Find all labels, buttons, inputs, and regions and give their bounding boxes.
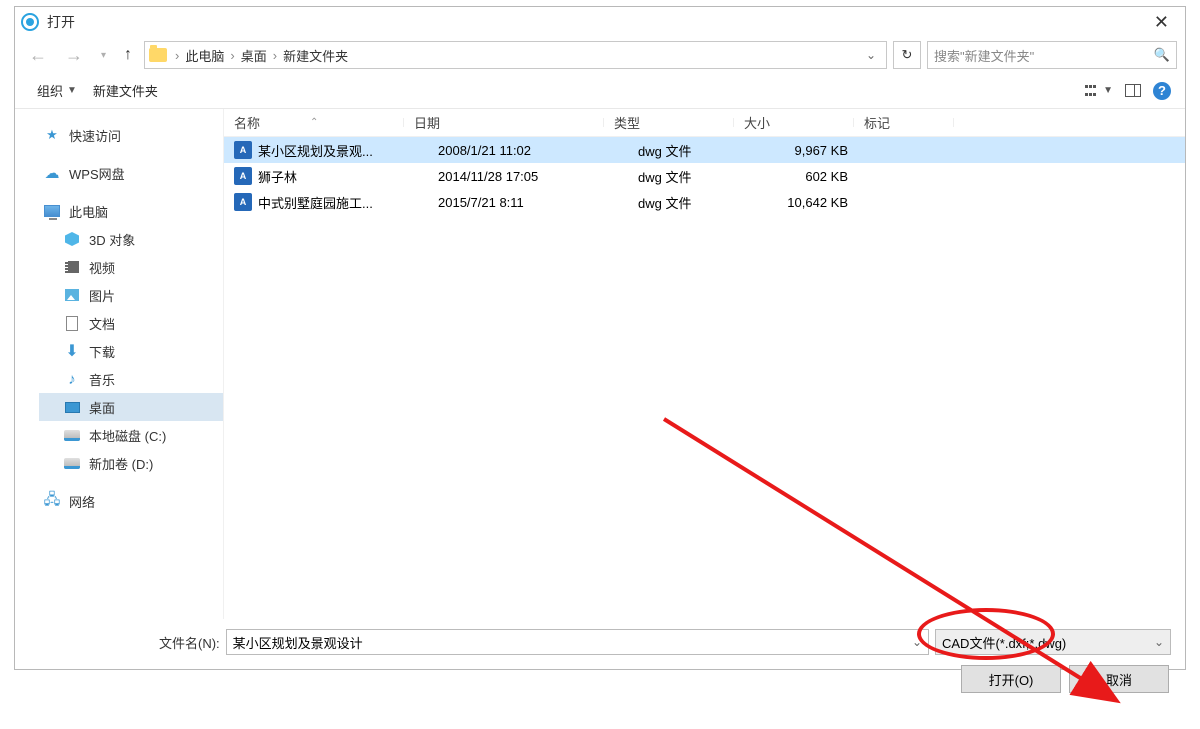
filename-input[interactable]: 某小区规划及景观设计 ⌄ (226, 629, 929, 655)
cube-icon (63, 231, 81, 247)
file-list: 名称⌃ 日期 类型 大小 标记 A 某小区规划及景观... 2008/1/21 … (223, 109, 1185, 619)
close-button[interactable]: ✕ (1144, 12, 1179, 33)
pc-icon (43, 203, 61, 219)
filename-value: 某小区规划及景观设计 (233, 633, 363, 652)
dialog-body: ★快速访问 ☁WPS网盘 此电脑 3D 对象 视频 图片 文档 ⬇下载 ♪音乐 … (15, 109, 1185, 619)
network-icon: 🖧 (43, 493, 61, 509)
up-button[interactable]: ↑ (118, 46, 138, 64)
cloud-icon: ☁ (43, 165, 61, 181)
history-dropdown[interactable]: ▾ (95, 50, 112, 61)
file-size: 9,967 KB (758, 143, 878, 158)
tree-music[interactable]: ♪音乐 (39, 365, 223, 393)
file-name: 中式别墅庭园施工... (258, 193, 428, 212)
help-button[interactable]: ? (1153, 82, 1171, 100)
search-placeholder: 搜索"新建文件夹" (934, 46, 1154, 65)
tree-d-drive[interactable]: 新加卷 (D:) (39, 449, 223, 477)
column-tag[interactable]: 标记 (854, 113, 954, 132)
image-icon (63, 287, 81, 303)
open-button[interactable]: 打开(O) (961, 665, 1061, 693)
tree-downloads[interactable]: ⬇下载 (39, 337, 223, 365)
breadcrumb-folder[interactable]: 新建文件夹 (279, 46, 352, 65)
file-row[interactable]: A 狮子林 2014/11/28 17:05 dwg 文件 602 KB (224, 163, 1185, 189)
disk-icon (63, 427, 81, 443)
preview-pane-button[interactable] (1125, 84, 1141, 97)
toolbar: 组织▼ 新建文件夹 ▼ ? (15, 73, 1185, 109)
chevron-right-icon: › (173, 48, 181, 63)
star-icon: ★ (43, 127, 61, 143)
dialog-footer: 文件名(N): 某小区规划及景观设计 ⌄ CAD文件(*.dxf;*.dwg) … (15, 619, 1185, 703)
file-date: 2008/1/21 11:02 (428, 143, 628, 158)
titlebar: 打开 ✕ (15, 7, 1185, 37)
forward-button[interactable]: → (59, 45, 89, 66)
dwg-file-icon: A (234, 193, 252, 211)
desktop-icon (63, 399, 81, 415)
column-headers: 名称⌃ 日期 类型 大小 标记 (224, 109, 1185, 137)
file-date: 2015/7/21 8:11 (428, 195, 628, 210)
dwg-file-icon: A (234, 141, 252, 159)
filename-label: 文件名(N): (29, 633, 220, 652)
dwg-file-icon: A (234, 167, 252, 185)
address-bar[interactable]: › 此电脑 › 桌面 › 新建文件夹 ⌄ (144, 41, 887, 69)
tree-videos[interactable]: 视频 (39, 253, 223, 281)
file-name: 某小区规划及景观... (258, 141, 428, 160)
column-date[interactable]: 日期 (404, 113, 604, 132)
file-size: 602 KB (758, 169, 878, 184)
open-dialog: 打开 ✕ ← → ▾ ↑ › 此电脑 › 桌面 › 新建文件夹 ⌄ ↻ 搜索"新… (14, 6, 1186, 670)
breadcrumb-pc[interactable]: 此电脑 (181, 46, 228, 65)
file-type: dwg 文件 (628, 167, 758, 186)
search-icon: 🔍 (1154, 47, 1170, 63)
navigation-tree: ★快速访问 ☁WPS网盘 此电脑 3D 对象 视频 图片 文档 ⬇下载 ♪音乐 … (15, 109, 223, 619)
breadcrumb-desktop[interactable]: 桌面 (237, 46, 271, 65)
navigation-bar: ← → ▾ ↑ › 此电脑 › 桌面 › 新建文件夹 ⌄ ↻ 搜索"新建文件夹"… (15, 37, 1185, 73)
list-view-icon (1085, 85, 1099, 96)
tree-network[interactable]: 🖧网络 (39, 487, 223, 515)
chevron-right-icon: › (228, 48, 236, 63)
tree-c-drive[interactable]: 本地磁盘 (C:) (39, 421, 223, 449)
tree-desktop[interactable]: 桌面 (39, 393, 223, 421)
file-name: 狮子林 (258, 167, 428, 186)
tree-wps-cloud[interactable]: ☁WPS网盘 (39, 159, 223, 187)
tree-quick-access[interactable]: ★快速访问 (39, 121, 223, 149)
file-type: dwg 文件 (628, 193, 758, 212)
tree-documents[interactable]: 文档 (39, 309, 223, 337)
tree-pictures[interactable]: 图片 (39, 281, 223, 309)
file-size: 10,642 KB (758, 195, 878, 210)
dialog-title: 打开 (47, 12, 1144, 32)
video-icon (63, 259, 81, 275)
column-type[interactable]: 类型 (604, 113, 734, 132)
filetype-select[interactable]: CAD文件(*.dxf;*.dwg) ⌄ (935, 629, 1171, 655)
file-row[interactable]: A 某小区规划及景观... 2008/1/21 11:02 dwg 文件 9,9… (224, 137, 1185, 163)
search-input[interactable]: 搜索"新建文件夹" 🔍 (927, 41, 1177, 69)
file-type: dwg 文件 (628, 141, 758, 160)
refresh-button[interactable]: ↻ (893, 41, 921, 69)
music-icon: ♪ (63, 371, 81, 387)
column-name[interactable]: 名称⌃ (224, 113, 404, 132)
app-icon (21, 13, 39, 31)
back-button[interactable]: ← (23, 45, 53, 66)
sort-indicator-icon: ⌃ (310, 117, 318, 128)
document-icon (63, 315, 81, 331)
cancel-button[interactable]: 取消 (1069, 665, 1169, 693)
chevron-right-icon: › (271, 48, 279, 63)
chevron-down-icon[interactable]: ⌄ (1154, 635, 1164, 649)
tree-this-pc[interactable]: 此电脑 (39, 197, 223, 225)
view-menu[interactable]: ▼ (1085, 85, 1113, 96)
address-dropdown[interactable]: ⌄ (860, 48, 882, 62)
file-row[interactable]: A 中式别墅庭园施工... 2015/7/21 8:11 dwg 文件 10,6… (224, 189, 1185, 215)
organize-menu[interactable]: 组织▼ (29, 81, 85, 100)
column-size[interactable]: 大小 (734, 113, 854, 132)
file-date: 2014/11/28 17:05 (428, 169, 628, 184)
chevron-down-icon[interactable]: ⌄ (912, 635, 922, 649)
download-icon: ⬇ (63, 343, 81, 359)
folder-icon (149, 48, 167, 62)
filetype-value: CAD文件(*.dxf;*.dwg) (942, 633, 1066, 652)
new-folder-button[interactable]: 新建文件夹 (85, 81, 166, 100)
disk-icon (63, 455, 81, 471)
tree-3d-objects[interactable]: 3D 对象 (39, 225, 223, 253)
